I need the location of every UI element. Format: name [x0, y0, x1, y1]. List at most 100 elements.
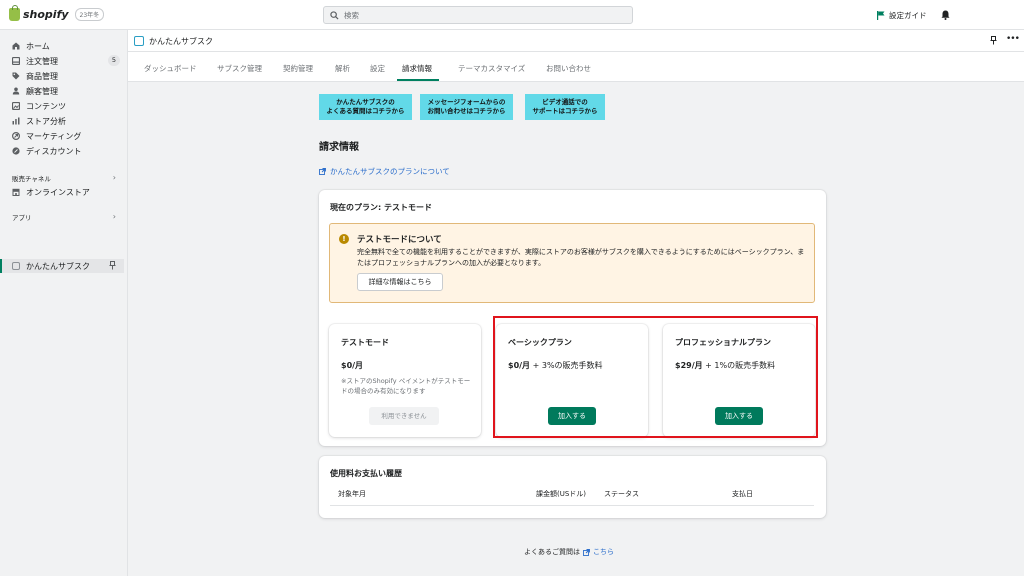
column-header-amount: 課金額(USドル)	[536, 490, 587, 498]
plan-card-test-mode: テストモード $0/月 ※ストアのShopify ペイメントがテストモードの場合…	[329, 324, 481, 437]
sidebar-item-home[interactable]: ホーム	[12, 39, 120, 53]
plan-note: ※ストアのShopify ペイメントがテストモードの場合のみ有効になります	[341, 377, 471, 395]
app-title: かんたんサブスク	[149, 37, 213, 46]
shopify-logo[interactable]: shopify 23年冬	[9, 5, 105, 21]
search-input[interactable]	[344, 10, 624, 20]
tab-analytics[interactable]: 解析	[335, 63, 350, 74]
shopify-bag-icon	[9, 5, 20, 21]
sidebar-item-marketing[interactable]: マーケティング	[12, 129, 120, 143]
faq-button-line2: よくある質問はコチラから	[326, 107, 405, 115]
search-bar[interactable]	[323, 6, 633, 24]
highlight-box	[493, 316, 818, 438]
app-tabs: ダッシュボード サブスク管理 契約管理 解析 設定 請求情報 テーマカスタマイズ…	[128, 52, 1024, 82]
faq-footer: よくあるご質問は こちら	[524, 547, 614, 557]
orders-count-badge: 5	[108, 55, 120, 66]
sidebar-item-label: ホーム	[26, 41, 50, 51]
plan-info-link[interactable]: かんたんサブスクのプランについて	[319, 166, 450, 177]
plan-price: $0/月	[341, 360, 363, 371]
sidebar-item-label: 顧客管理	[26, 86, 58, 96]
flag-icon	[877, 11, 885, 20]
sidebar-item-label: オンラインストア	[26, 187, 90, 197]
discount-icon	[12, 147, 20, 155]
test-mode-banner: ! テストモードについて 完全無料で全ての機能を利用することができますが、実際に…	[329, 223, 815, 303]
external-link-icon	[319, 168, 326, 175]
sales-channels-label: 販売チャネル	[12, 175, 51, 183]
faq-link-label: こちら	[593, 548, 614, 556]
sidebar-item-label: ディスカウント	[26, 146, 82, 156]
tab-dashboard[interactable]: ダッシュボード	[144, 63, 197, 74]
unavailable-button: 利用できません	[369, 407, 439, 425]
store-icon	[12, 188, 20, 196]
faq-button-line1: かんたんサブスクの	[336, 98, 395, 106]
message-form-button-line1: メッセージフォームからの	[427, 98, 506, 106]
video-support-button-line2: サポートはコチラから	[532, 107, 598, 115]
chevron-right-icon: ›	[112, 212, 116, 221]
setup-guide-label: 設定ガイド	[889, 11, 927, 20]
home-icon	[12, 42, 20, 50]
app-logo-icon	[134, 36, 144, 46]
table-divider	[330, 505, 814, 506]
active-tab-indicator	[397, 79, 439, 81]
logo-text: shopify	[23, 8, 69, 21]
tab-settings[interactable]: 設定	[370, 63, 385, 74]
sidebar-item-label: 注文管理	[26, 56, 58, 66]
message-form-button-line2: お問い合わせはコチラから	[427, 107, 506, 115]
plan-price-amount: $0/月	[341, 361, 364, 370]
sidebar-item-label: ストア分析	[26, 116, 66, 126]
details-button[interactable]: 詳細な情報はこちら	[357, 273, 443, 291]
tab-theme-customize[interactable]: テーマカスタマイズ	[458, 63, 525, 74]
video-support-button[interactable]: ビデオ通話での サポートはコチラから	[525, 94, 605, 120]
video-support-button-line1: ビデオ通話での	[542, 98, 588, 106]
tab-subscription-management[interactable]: サブスク管理	[217, 63, 262, 74]
plan-name: テストモード	[341, 338, 389, 347]
banner-title: テストモードについて	[357, 235, 442, 245]
sidebar-item-analytics[interactable]: ストア分析	[12, 114, 120, 128]
apps-label: アプリ	[12, 214, 32, 222]
pin-icon[interactable]	[990, 36, 997, 45]
page-title: 請求情報	[319, 142, 359, 153]
app-icon	[12, 262, 20, 270]
warning-icon: !	[339, 234, 349, 244]
payment-history-card	[319, 456, 826, 518]
pin-icon[interactable]	[109, 261, 116, 270]
more-icon[interactable]: •••	[1006, 34, 1020, 44]
faq-button[interactable]: かんたんサブスクの よくある質問はコチラから	[319, 94, 412, 120]
search-icon	[330, 10, 339, 20]
current-plan-label: 現在のプラン: テストモード	[330, 203, 432, 212]
bell-icon[interactable]	[941, 10, 950, 20]
app-header: かんたんサブスク •••	[128, 30, 1024, 52]
sidebar-item-customers[interactable]: 顧客管理	[12, 84, 120, 98]
analytics-icon	[12, 117, 20, 125]
person-icon	[12, 87, 20, 95]
chevron-right-icon: ›	[112, 173, 116, 182]
tab-contact[interactable]: お問い合わせ	[546, 63, 591, 74]
column-header-payment-date: 支払日	[732, 490, 753, 498]
edition-badge: 23年冬	[74, 8, 105, 21]
apps-header[interactable]: アプリ ›	[12, 212, 116, 222]
external-link-icon	[583, 548, 590, 556]
setup-guide-button[interactable]: 設定ガイド	[877, 10, 927, 21]
column-header-status: ステータス	[604, 490, 639, 498]
marketing-icon	[12, 132, 20, 140]
orders-icon	[12, 57, 20, 65]
sidebar-item-content[interactable]: コンテンツ	[12, 99, 120, 113]
sidebar-item-discounts[interactable]: ディスカウント	[12, 144, 120, 158]
sidebar-item-label: コンテンツ	[26, 101, 66, 111]
sales-channels-header[interactable]: 販売チャネル ›	[12, 173, 116, 183]
message-form-button[interactable]: メッセージフォームからの お問い合わせはコチラから	[420, 94, 513, 120]
faq-link[interactable]: こちら	[583, 547, 614, 557]
banner-body: 完全無料で全ての機能を利用することができますが、実際にストアのお客様がサブスクを…	[357, 248, 805, 267]
sidebar-item-online-store[interactable]: オンラインストア	[12, 185, 120, 199]
sidebar-item-orders[interactable]: 注文管理 5	[12, 54, 120, 68]
payment-history-title: 使用料お支払い履歴	[330, 469, 402, 478]
sidebar: ホーム 注文管理 5 商品管理 顧客管理 コンテンツ ストア分析 マーケティング…	[0, 30, 128, 576]
sidebar-item-label: マーケティング	[26, 131, 82, 141]
sidebar-item-products[interactable]: 商品管理	[12, 69, 120, 83]
sidebar-item-label: かんたんサブスク	[26, 261, 90, 271]
sidebar-item-label: 商品管理	[26, 71, 58, 81]
plan-info-link-label: かんたんサブスクのプランについて	[330, 167, 450, 176]
sidebar-item-kantan-subsc[interactable]: かんたんサブスク	[12, 259, 120, 273]
top-bar: shopify 23年冬 設定ガイド	[0, 0, 1024, 30]
tab-billing[interactable]: 請求情報	[402, 63, 432, 74]
tab-contract-management[interactable]: 契約管理	[283, 63, 313, 74]
